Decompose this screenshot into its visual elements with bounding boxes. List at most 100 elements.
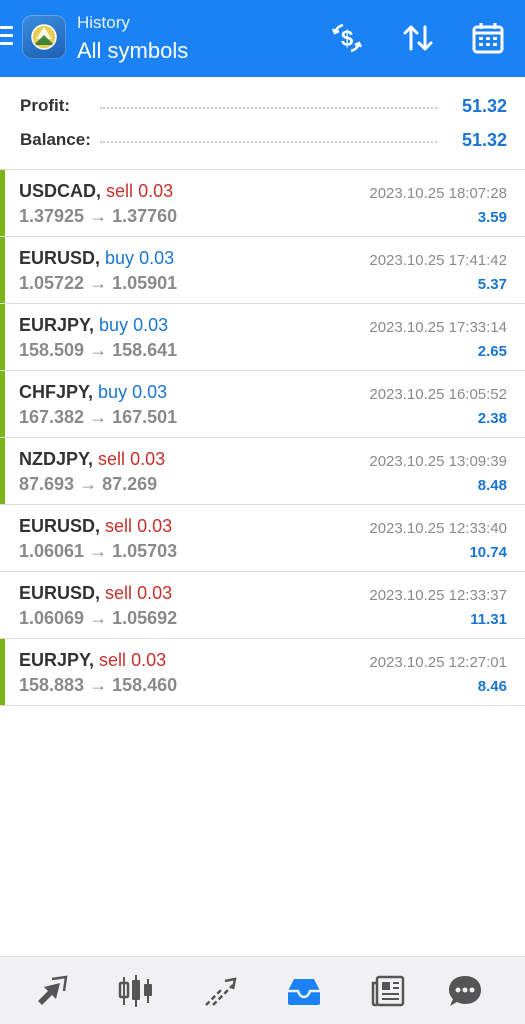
deal-side-label: sell	[106, 181, 134, 201]
chart-icon[interactable]	[116, 971, 156, 1011]
close-price: 167.501	[112, 407, 178, 427]
close-price: 1.05692	[112, 608, 178, 628]
open-price: 1.06069	[19, 608, 85, 628]
deal-prices: 167.382 → 167.501	[19, 407, 177, 428]
deal-profit: 11.31	[470, 611, 507, 628]
deal-symbol: EURJPY	[19, 650, 90, 670]
deal-volume: 0.03	[133, 315, 169, 335]
news-icon[interactable]	[368, 971, 408, 1011]
deal-row[interactable]: EURJPY, sell 0.03 158.883 → 158.460 2023.1…	[0, 639, 525, 706]
chat-icon[interactable]	[445, 971, 485, 1011]
deal-title: CHFJPY, buy 0.03	[19, 382, 168, 402]
deal-title: EURUSD, sell 0.03	[19, 516, 173, 536]
close-price: 87.269	[102, 474, 158, 494]
menu-icon[interactable]	[0, 26, 14, 48]
deal-prices: 1.06061 → 1.05703	[19, 541, 177, 562]
deal-volume: 0.03	[139, 248, 175, 268]
close-price: 1.05901	[112, 273, 178, 293]
trade-icon[interactable]	[201, 971, 241, 1011]
deal-profit: 8.46	[477, 678, 507, 695]
deal-profit: 8.48	[477, 477, 507, 494]
deal-row[interactable]: EURUSD, sell 0.03 1.06069 → 1.05692 2023.1…	[0, 572, 525, 639]
symbol-filter-title[interactable]: All symbols	[77, 38, 188, 64]
deal-volume: 0.03	[132, 382, 168, 402]
deal-title: USDCAD, sell 0.03	[19, 181, 174, 201]
deal-title: EURJPY, buy 0.03	[19, 315, 169, 335]
screen-subtitle: History	[77, 13, 130, 32]
deal-prices: 87.693 → 87.269	[19, 474, 157, 495]
top-app-bar: History All symbols $	[0, 0, 525, 77]
open-price: 158.883	[19, 675, 85, 695]
position-indicator-bar	[0, 304, 5, 370]
deal-prices: 158.883 → 158.460	[19, 675, 177, 696]
deal-row[interactable]: NZDJPY, sell 0.03 87.693 → 87.269 2023.10.…	[0, 438, 525, 505]
arrow-right-icon: →	[84, 206, 113, 226]
deal-row[interactable]: USDCAD, sell 0.03 1.37925 → 1.37760 2023.1…	[0, 170, 525, 237]
deal-side-label: sell	[105, 583, 133, 603]
deal-side: buy 0.03	[105, 248, 174, 268]
account-summary: Profit: 51.32 Balance: 51.32	[0, 77, 525, 169]
open-price: 158.509	[19, 340, 85, 360]
deal-profit: 5.37	[477, 276, 507, 293]
deal-side-label: sell	[105, 516, 133, 536]
deal-time: 2023.10.25 16:05:52	[369, 386, 507, 403]
deal-title: EURUSD, sell 0.03	[19, 583, 173, 603]
bottom-navigation	[0, 956, 525, 1024]
balance-row: Balance: 51.32	[20, 128, 507, 152]
close-price: 158.460	[112, 675, 178, 695]
deal-time: 2023.10.25 12:33:40	[369, 520, 507, 537]
deal-symbol: EURUSD	[19, 516, 96, 536]
position-indicator-bar	[0, 639, 5, 705]
arrow-right-icon: →	[84, 675, 113, 695]
deal-row[interactable]: CHFJPY, buy 0.03 167.382 → 167.501 2023.10…	[0, 371, 525, 438]
deal-symbol: CHFJPY	[19, 382, 89, 402]
profit-label: Profit:	[20, 96, 71, 116]
profit-value: 51.32	[461, 96, 507, 116]
arrow-right-icon: →	[84, 273, 113, 293]
arrow-right-icon: →	[74, 474, 103, 494]
deal-volume: 0.03	[137, 583, 173, 603]
deal-title: NZDJPY, sell 0.03	[19, 449, 166, 469]
close-price: 158.641	[112, 340, 178, 360]
deal-side: sell 0.03	[98, 449, 165, 469]
deal-volume: 0.03	[131, 650, 167, 670]
deal-symbol: EURUSD	[19, 583, 96, 603]
deal-time: 2023.10.25 12:27:01	[369, 654, 507, 671]
deals-list: USDCAD, sell 0.03 1.37925 → 1.37760 2023.1…	[0, 170, 525, 706]
open-price: 87.693	[19, 474, 75, 494]
history-icon[interactable]	[284, 971, 324, 1011]
deal-prices: 158.509 → 158.641	[19, 340, 177, 361]
deal-volume: 0.03	[138, 181, 174, 201]
close-price: 1.37760	[112, 206, 178, 226]
sort-icon[interactable]	[400, 20, 436, 56]
position-indicator-bar	[0, 371, 5, 437]
deal-side-label: sell	[99, 650, 127, 670]
balance-label: Balance:	[20, 130, 91, 150]
deal-time: 2023.10.25 17:33:14	[369, 319, 507, 336]
open-price: 1.06061	[19, 541, 85, 561]
arrow-right-icon: →	[84, 407, 113, 427]
deal-profit: 10.74	[469, 544, 507, 561]
deal-symbol: EURJPY	[19, 315, 90, 335]
open-price: 1.37925	[19, 206, 85, 226]
deal-volume: 0.03	[137, 516, 173, 536]
deal-side-label: buy	[105, 248, 135, 268]
quotes-icon[interactable]	[32, 971, 72, 1011]
deal-profit: 2.38	[477, 410, 507, 427]
deal-time: 2023.10.25 13:09:39	[369, 453, 507, 470]
deal-row[interactable]: EURUSD, buy 0.03 1.05722 → 1.05901 2023.10…	[0, 237, 525, 304]
deal-side: sell 0.03	[105, 516, 172, 536]
close-price: 1.05703	[112, 541, 178, 561]
deal-title: EURUSD, buy 0.03	[19, 248, 175, 268]
position-indicator-bar	[0, 170, 5, 236]
deal-row[interactable]: EURJPY, buy 0.03 158.509 → 158.641 2023.10…	[0, 304, 525, 371]
arrow-right-icon: →	[84, 541, 113, 561]
calendar-icon[interactable]	[470, 20, 506, 56]
deal-row[interactable]: EURUSD, sell 0.03 1.06061 → 1.05703 2023.1…	[0, 505, 525, 572]
profit-row: Profit: 51.32	[20, 94, 507, 118]
deal-side-label: buy	[98, 382, 128, 402]
deal-side: sell 0.03	[99, 650, 166, 670]
currency-swap-icon[interactable]: $	[329, 20, 365, 56]
deal-side: sell 0.03	[105, 583, 172, 603]
deal-time: 2023.10.25 12:33:37	[369, 587, 507, 604]
